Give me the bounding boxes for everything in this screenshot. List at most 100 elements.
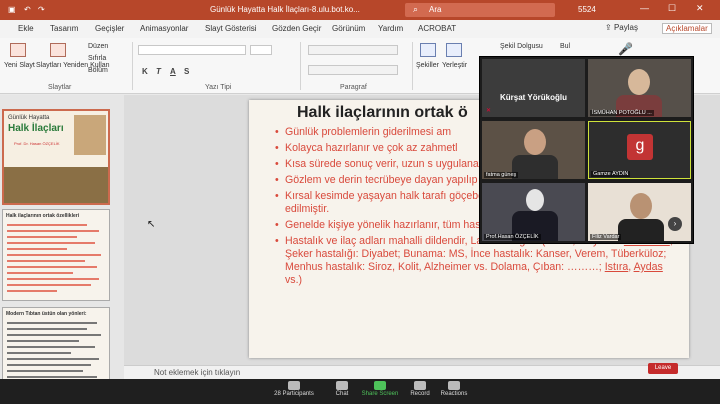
participant-name: Filiz Vardar [590, 234, 622, 240]
slide-heading[interactable]: Halk ilaçlarının ortak ö [297, 104, 468, 122]
font-family-select[interactable] [138, 45, 246, 55]
close-icon[interactable]: ✕ [696, 3, 704, 14]
thumb-text-line [7, 352, 71, 354]
reuse-slides-icon[interactable] [50, 43, 66, 57]
comments-button[interactable]: Açıklamalar [662, 23, 712, 34]
tab-slayt-gosterisi[interactable]: Slayt Gösterisi [205, 24, 257, 33]
muted-mic-icon: ✕ [486, 108, 492, 114]
meeting-controls-bar: 28 Participants Chat Share Screen Record… [0, 379, 720, 404]
font-size-select[interactable] [250, 45, 272, 55]
tab-yardim[interactable]: Yardım [378, 24, 403, 33]
new-slide-icon[interactable] [10, 43, 26, 57]
tab-tasarim[interactable]: Tasarım [50, 24, 78, 33]
video-tile[interactable]: Filiz Vardar [588, 183, 691, 241]
portrait-image [74, 115, 106, 155]
notes-placeholder: Not eklemek için tıklayın [154, 368, 241, 377]
undo-icon[interactable]: ↶ [24, 5, 31, 14]
shadow-button[interactable]: S [184, 67, 189, 76]
group-paragraph-label: Paragraf [340, 84, 367, 91]
thumb-big-title: Halk İlaçları [8, 123, 64, 134]
thumb-title: Günlük Hayatta [8, 115, 50, 121]
window-title: Günlük Hayatta Halk İlaçları-8.ulu.bot.k… [210, 5, 360, 14]
ribbon-tabs: Ekle Tasarım Geçişler Animasyonlar Slayt… [0, 20, 720, 38]
section-button[interactable]: Bölüm [88, 67, 108, 74]
video-tile-active-speaker[interactable]: g Gamze AYDIN [588, 121, 691, 179]
participant-body [512, 155, 558, 179]
italic-button[interactable]: T [156, 67, 161, 76]
slide-thumbnail-2[interactable]: Halk ilaçlarının ortak özellikleri [2, 209, 110, 301]
thumb-title: Modern Tıbtan üstün olan yönleri: [6, 311, 87, 317]
shape-fill-button[interactable]: Şekil Dolgusu [500, 43, 543, 50]
thumb-text-line [7, 278, 99, 280]
chat-label: Chat [335, 391, 349, 397]
reset-button[interactable]: Sıfırla [88, 55, 106, 62]
participant-name: Prof.Hasan ÖZÇELİK [484, 234, 541, 240]
title-bar: ▣ ↶ ↷ Günlük Hayatta Halk İlaçları-8.ulu… [0, 0, 720, 20]
arrange-icon[interactable] [446, 43, 462, 57]
chat-icon [336, 381, 348, 390]
bullet-text: vs.) [285, 274, 303, 286]
tab-ekle[interactable]: Ekle [18, 24, 34, 33]
share-screen-button[interactable]: Share Screen [358, 381, 402, 397]
tab-acrobat[interactable]: ACROBAT [418, 24, 456, 33]
save-icon[interactable]: ▣ [8, 5, 16, 14]
reactions-label: Reactions [440, 391, 468, 397]
thumb-text-line [7, 364, 91, 366]
video-tile[interactable]: Kürşat Yörükoğlu ✕ [482, 59, 585, 117]
participants-button[interactable]: 28 Participants [272, 381, 316, 397]
screen: ▣ ↶ ↷ Günlük Hayatta Halk İlaçları-8.ulu… [0, 0, 720, 404]
thumb-text-line [7, 266, 97, 268]
user-count: 5524 [578, 5, 596, 14]
microphone-icon[interactable]: 🎤 [618, 42, 633, 56]
shapes-icon[interactable] [420, 43, 436, 57]
participants-label: Participants [282, 391, 314, 397]
record-icon [414, 381, 426, 390]
tab-gecisler[interactable]: Geçişler [95, 24, 124, 33]
arrange-button[interactable]: Yerleştir [442, 62, 467, 69]
thumb-text-line [7, 254, 101, 256]
slide-thumbnail-1[interactable]: Günlük Hayatta Halk İlaçları Prof. Dr. H… [2, 109, 110, 205]
new-slide-button[interactable]: Yeni Slayt [4, 62, 35, 69]
search-icon: ⌕ [413, 4, 419, 14]
reactions-icon [448, 381, 460, 390]
slide-thumbnails-pane: Günlük Hayatta Halk İlaçları Prof. Dr. H… [0, 95, 124, 404]
leave-button[interactable]: Leave [648, 363, 678, 374]
participant-face [628, 69, 650, 95]
underline-button[interactable]: A [170, 67, 176, 76]
find-button[interactable]: Bul [560, 43, 570, 50]
share-screen-icon [374, 381, 386, 390]
video-tile[interactable]: Prof.Hasan ÖZÇELİK [482, 183, 585, 241]
shapes-button[interactable]: Şekiller [416, 62, 439, 69]
thumb-text-line [7, 230, 99, 232]
paragraph-controls[interactable] [308, 45, 398, 55]
group-font-label: Yazı Tipi [205, 84, 232, 91]
participant-name: Gamze AYDIN [591, 171, 631, 177]
ribbon-divider [132, 42, 133, 90]
thumb-text-line [7, 224, 87, 226]
notes-pane[interactable]: Not eklemek için tıklayın [124, 365, 720, 379]
redo-icon[interactable]: ↷ [38, 5, 45, 14]
herbs-image [4, 167, 108, 203]
reactions-button[interactable]: Reactions [432, 381, 476, 397]
video-gallery: Kürşat Yörükoğlu ✕ İSMÜHAN POTOĞLU ... f… [479, 56, 694, 244]
tab-animasyonlar[interactable]: Animasyonlar [140, 24, 188, 33]
share-icon: ⇪ [605, 23, 612, 32]
thumb-text-line [7, 370, 83, 372]
tab-gorunum[interactable]: Görünüm [332, 24, 365, 33]
video-tile[interactable]: İSMÜHAN POTOĞLU ... [588, 59, 691, 117]
bold-button[interactable]: K [142, 67, 148, 76]
maximize-icon[interactable]: ☐ [668, 3, 676, 14]
video-tile[interactable]: fatma güneş [482, 121, 585, 179]
reuse-slides-button[interactable]: Slaytları Yeniden Kullan [36, 62, 110, 69]
thumb-text-line [7, 334, 101, 336]
minimize-icon[interactable]: — [640, 3, 649, 13]
hyperlink[interactable]: Aydas [634, 261, 663, 273]
next-page-icon[interactable]: › [668, 217, 682, 231]
share-button[interactable]: ⇪ Paylaş [605, 23, 638, 32]
alignment-controls[interactable] [308, 65, 398, 75]
thumb-text-line [7, 236, 77, 238]
hyperlink[interactable]: Istıra [605, 261, 629, 273]
tab-gozden-gecir[interactable]: Gözden Geçir [272, 24, 321, 33]
layout-button[interactable]: Düzen [88, 43, 108, 50]
search-input[interactable]: ⌕ Ara [405, 3, 555, 17]
